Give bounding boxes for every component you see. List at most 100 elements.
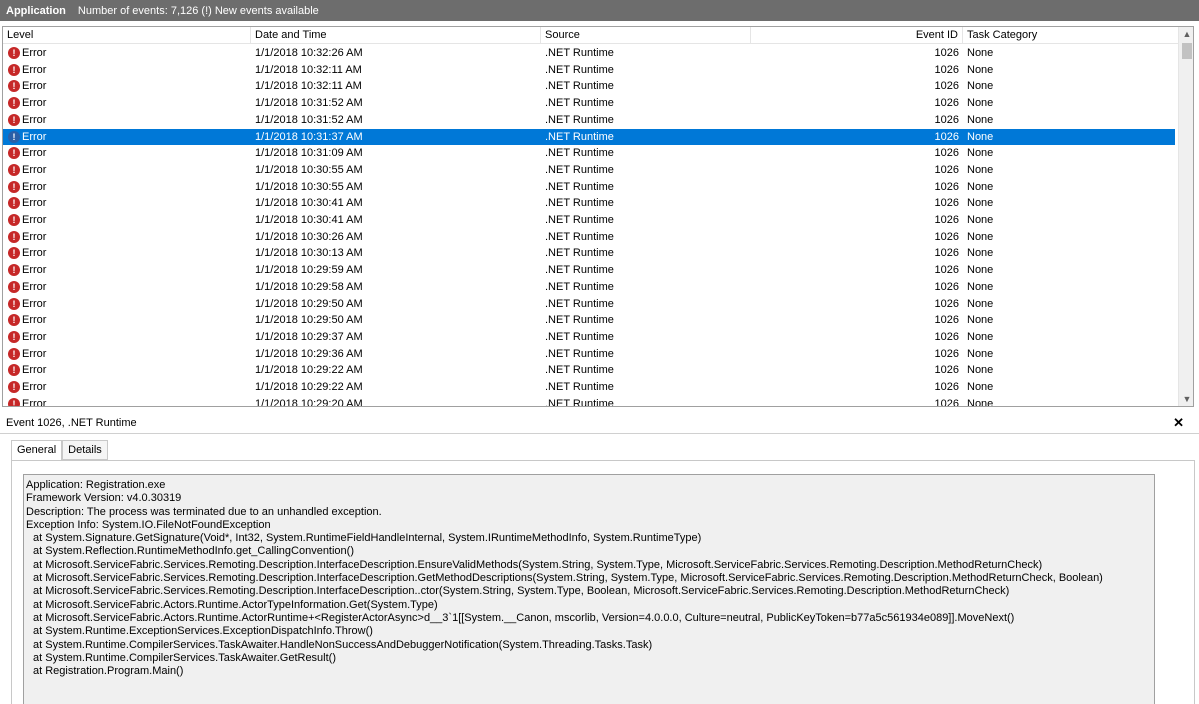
cell-event-id: 1026 bbox=[934, 214, 959, 226]
cell-date-time: 1/1/2018 10:29:58 AM bbox=[255, 280, 363, 293]
description-line: at System.Reflection.RuntimeMethodInfo.g… bbox=[33, 545, 354, 558]
cell-task-category: None bbox=[967, 47, 994, 59]
cell-source: .NET Runtime bbox=[545, 347, 614, 360]
cell-event-id: 1026 bbox=[934, 297, 959, 310]
cell-event-id: 1026 bbox=[934, 397, 959, 407]
table-row[interactable]: ! Error 1/1/2018 10:29:22 AM .NET Runtime 10… bbox=[3, 379, 1175, 396]
description-line: at System.Runtime.CompilerServices.TaskA… bbox=[33, 651, 337, 664]
cell-event-id: 1026 bbox=[934, 97, 959, 110]
cell-source: .NET Runtime bbox=[545, 364, 614, 377]
detail-panel: Application: Registration.exe Framework V… bbox=[11, 460, 1195, 704]
cell-level: Error bbox=[22, 97, 47, 110]
table-row[interactable]: ! Error 1/1/2018 10:29:58 AM .NET Runtime 10… bbox=[3, 279, 1175, 296]
cell-event-id: 1026 bbox=[934, 113, 959, 126]
cell-source: .NET Runtime bbox=[545, 214, 614, 226]
cell-event-id: 1026 bbox=[934, 147, 959, 160]
table-row[interactable]: ! Error 1/1/2018 10:29:59 AM .NET Runtime 10… bbox=[3, 262, 1175, 279]
cell-event-id: 1026 bbox=[934, 280, 959, 293]
error-icon: ! bbox=[8, 63, 20, 76]
table-row[interactable]: ! Error 1/1/2018 10:30:26 AM .NET Runtime 10… bbox=[3, 229, 1175, 246]
column-header-event-id[interactable]: Event ID bbox=[751, 27, 963, 44]
column-header-task-category[interactable]: Task Category bbox=[963, 27, 1178, 44]
table-row[interactable]: ! Error 1/1/2018 10:31:37 AM .NET Runtime 10… bbox=[3, 128, 1175, 146]
error-icon: ! bbox=[8, 130, 20, 143]
column-header-level[interactable]: Level bbox=[3, 27, 251, 44]
chevron-down-icon[interactable]: ▼ bbox=[1179, 392, 1193, 406]
cell-source: .NET Runtime bbox=[545, 314, 614, 327]
cell-task-category: None bbox=[967, 147, 994, 160]
cell-date-time: 1/1/2018 10:30:55 AM bbox=[255, 163, 363, 176]
cell-event-id: 1026 bbox=[934, 381, 959, 393]
window-titlebar: Application Number of events: 7,126 (!) … bbox=[0, 0, 1199, 21]
table-row[interactable]: ! Error 1/1/2018 10:32:26 AM .NET Runtime 10… bbox=[3, 45, 1175, 62]
cell-event-id: 1026 bbox=[934, 163, 959, 176]
cell-event-id: 1026 bbox=[934, 197, 959, 210]
cell-date-time: 1/1/2018 10:29:50 AM bbox=[255, 297, 363, 310]
cell-level: Error bbox=[22, 381, 47, 393]
error-icon: ! bbox=[8, 80, 20, 93]
events-grid[interactable]: Level Date and Time Source Event ID Task… bbox=[2, 26, 1194, 407]
vertical-scrollbar[interactable]: ▲ ▼ bbox=[1178, 27, 1193, 406]
table-row[interactable]: ! Error 1/1/2018 10:31:09 AM .NET Runtime 10… bbox=[3, 145, 1175, 162]
event-description-text[interactable]: Application: Registration.exe Framework V… bbox=[23, 474, 1155, 704]
cell-level: Error bbox=[22, 80, 47, 93]
cell-task-category: None bbox=[967, 264, 994, 277]
cell-level: Error bbox=[22, 197, 47, 210]
cell-source: .NET Runtime bbox=[545, 297, 614, 310]
table-row[interactable]: ! Error 1/1/2018 10:31:52 AM .NET Runtime 10… bbox=[3, 112, 1175, 129]
table-row[interactable]: ! Error 1/1/2018 10:31:52 AM .NET Runtime 10… bbox=[3, 95, 1175, 112]
grid-header: Level Date and Time Source Event ID Task… bbox=[3, 27, 1178, 44]
cell-event-id: 1026 bbox=[934, 314, 959, 327]
cell-task-category: None bbox=[967, 130, 994, 143]
table-row[interactable]: ! Error 1/1/2018 10:29:36 AM .NET Runtime 10… bbox=[3, 346, 1175, 363]
cell-level: Error bbox=[22, 230, 47, 243]
cell-source: .NET Runtime bbox=[545, 247, 614, 260]
cell-level: Error bbox=[22, 264, 47, 277]
scrollbar-thumb[interactable] bbox=[1182, 43, 1192, 59]
tab-details[interactable]: Details bbox=[62, 440, 108, 460]
close-icon[interactable]: ✕ bbox=[1173, 415, 1184, 431]
cell-date-time: 1/1/2018 10:32:26 AM bbox=[255, 47, 363, 59]
cell-date-time: 1/1/2018 10:29:59 AM bbox=[255, 264, 363, 277]
cell-task-category: None bbox=[967, 63, 994, 76]
table-row[interactable]: ! Error 1/1/2018 10:32:11 AM .NET Runtime 10… bbox=[3, 62, 1175, 79]
table-row[interactable]: ! Error 1/1/2018 10:29:20 AM .NET Runtime 10… bbox=[3, 396, 1175, 407]
table-row[interactable]: ! Error 1/1/2018 10:30:41 AM .NET Runtime 10… bbox=[3, 212, 1175, 229]
tab-general[interactable]: General bbox=[11, 440, 63, 461]
cell-level: Error bbox=[22, 247, 47, 260]
cell-source: .NET Runtime bbox=[545, 47, 614, 59]
table-row[interactable]: ! Error 1/1/2018 10:32:11 AM .NET Runtime 10… bbox=[3, 78, 1175, 95]
table-row[interactable]: ! Error 1/1/2018 10:30:55 AM .NET Runtime 10… bbox=[3, 162, 1175, 179]
cell-level: Error bbox=[22, 364, 47, 377]
table-row[interactable]: ! Error 1/1/2018 10:30:55 AM .NET Runtime 10… bbox=[3, 179, 1175, 196]
column-header-source[interactable]: Source bbox=[541, 27, 751, 44]
cell-source: .NET Runtime bbox=[545, 280, 614, 293]
cell-date-time: 1/1/2018 10:32:11 AM bbox=[255, 80, 362, 93]
cell-level: Error bbox=[22, 180, 47, 193]
error-icon: ! bbox=[8, 364, 20, 377]
error-icon: ! bbox=[8, 180, 20, 193]
table-row[interactable]: ! Error 1/1/2018 10:30:41 AM .NET Runtime 10… bbox=[3, 195, 1175, 212]
cell-task-category: None bbox=[967, 247, 994, 260]
cell-date-time: 1/1/2018 10:31:52 AM bbox=[255, 97, 363, 110]
cell-task-category: None bbox=[967, 113, 994, 126]
cell-event-id: 1026 bbox=[934, 330, 959, 343]
chevron-up-icon[interactable]: ▲ bbox=[1179, 27, 1193, 41]
cell-event-id: 1026 bbox=[934, 130, 959, 143]
cell-source: .NET Runtime bbox=[545, 80, 614, 93]
cell-date-time: 1/1/2018 10:29:36 AM bbox=[255, 347, 363, 360]
cell-date-time: 1/1/2018 10:29:20 AM bbox=[255, 397, 363, 407]
cell-date-time: 1/1/2018 10:30:13 AM bbox=[255, 247, 363, 260]
table-row[interactable]: ! Error 1/1/2018 10:29:37 AM .NET Runtime 10… bbox=[3, 329, 1175, 346]
cell-date-time: 1/1/2018 10:32:11 AM bbox=[255, 63, 362, 76]
error-icon: ! bbox=[8, 297, 20, 310]
cell-date-time: 1/1/2018 10:29:22 AM bbox=[255, 381, 363, 393]
error-icon: ! bbox=[8, 264, 20, 277]
table-row[interactable]: ! Error 1/1/2018 10:29:50 AM .NET Runtime 10… bbox=[3, 312, 1175, 329]
table-row[interactable]: ! Error 1/1/2018 10:30:13 AM .NET Runtime 10… bbox=[3, 245, 1175, 262]
cell-task-category: None bbox=[967, 330, 994, 343]
error-icon: ! bbox=[8, 280, 20, 293]
table-row[interactable]: ! Error 1/1/2018 10:29:22 AM .NET Runtime 10… bbox=[3, 362, 1175, 379]
column-header-date-time[interactable]: Date and Time bbox=[251, 27, 541, 44]
table-row[interactable]: ! Error 1/1/2018 10:29:50 AM .NET Runtime 10… bbox=[3, 296, 1175, 313]
